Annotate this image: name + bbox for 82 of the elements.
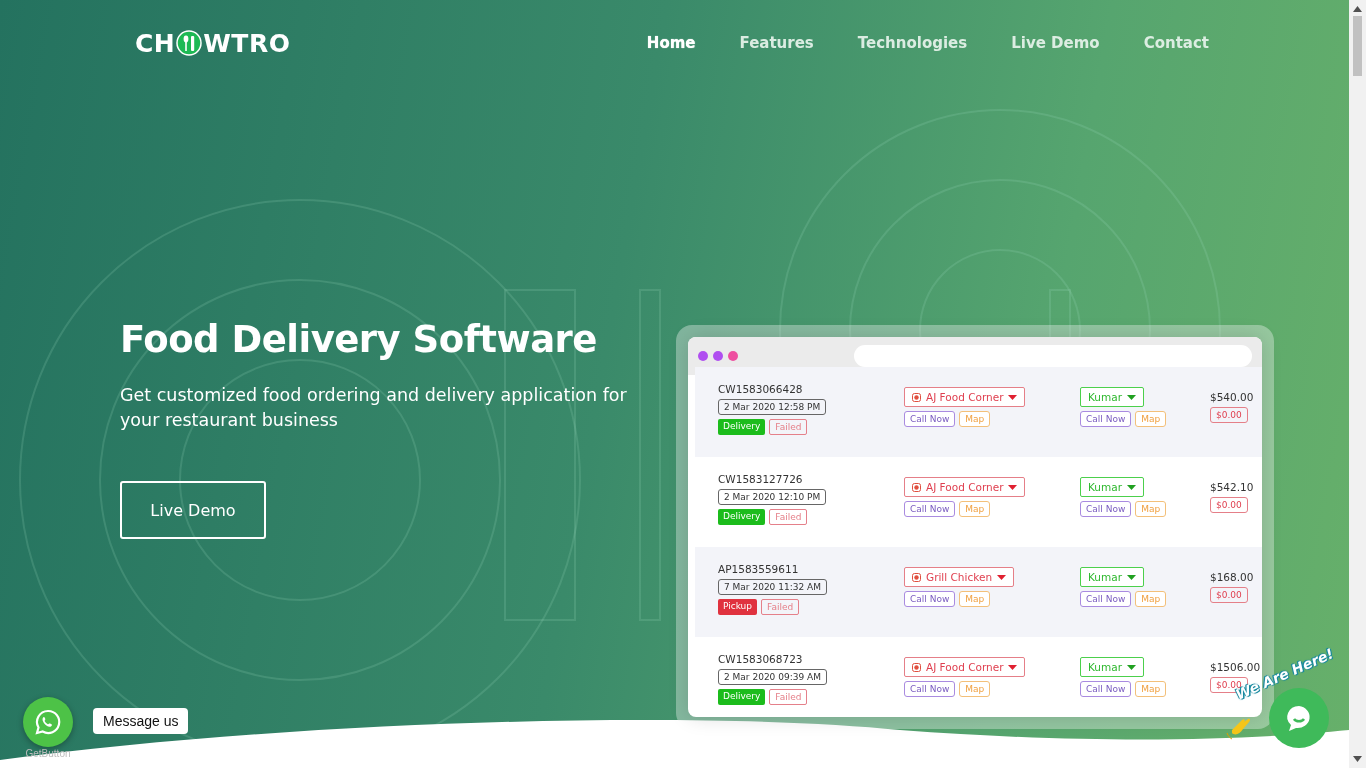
cutlery-logo-icon bbox=[176, 30, 203, 56]
map-button[interactable]: Map bbox=[959, 591, 991, 607]
caret-icon bbox=[1127, 574, 1136, 580]
waving-hand-icon bbox=[1226, 716, 1252, 740]
driver-dropdown[interactable]: Kumar bbox=[1080, 657, 1144, 677]
live-demo-button[interactable]: Live Demo bbox=[120, 481, 266, 539]
call-now-button[interactable]: Call Now bbox=[1080, 681, 1132, 697]
status-tag: Failed bbox=[761, 599, 800, 615]
order-type-tag: Delivery bbox=[718, 689, 766, 705]
chat-button[interactable] bbox=[1269, 688, 1329, 748]
order-total: $168.00 bbox=[1210, 571, 1254, 583]
status-tag: Failed bbox=[769, 419, 808, 435]
window-dot-icon[interactable] bbox=[698, 351, 708, 361]
widget-caption: GetButton bbox=[25, 748, 71, 759]
restaurant-dropdown[interactable]: Grill Chicken bbox=[904, 567, 1015, 587]
order-date: 7 Mar 2020 11:32 AM bbox=[718, 579, 827, 595]
order-id: CW1583127726 bbox=[718, 473, 803, 485]
caret-icon bbox=[1127, 484, 1136, 490]
call-now-button[interactable]: Call Now bbox=[904, 411, 956, 427]
order-total: $1506.00 bbox=[1210, 661, 1261, 673]
call-now-button[interactable]: Call Now bbox=[904, 591, 956, 607]
status-tag: Failed bbox=[769, 509, 808, 525]
nav-link[interactable]: Contact bbox=[1143, 34, 1209, 52]
call-now-button[interactable]: Call Now bbox=[1080, 591, 1132, 607]
map-button[interactable]: Map bbox=[959, 411, 991, 427]
driver-dropdown[interactable]: Kumar bbox=[1080, 477, 1144, 497]
call-now-button[interactable]: Call Now bbox=[1080, 411, 1132, 427]
order-total: $540.00 bbox=[1210, 391, 1254, 403]
order-date: 2 Mar 2020 09:39 AM bbox=[718, 669, 827, 685]
restaurant-dropdown[interactable]: AJ Food Corner bbox=[904, 477, 1026, 497]
record-icon bbox=[912, 482, 921, 492]
logo-text: CH bbox=[135, 28, 176, 58]
scroll-down-icon[interactable] bbox=[1353, 756, 1362, 762]
caret-icon bbox=[1008, 664, 1018, 670]
order-type-tag: Delivery bbox=[718, 509, 766, 525]
order-date: 2 Mar 2020 12:58 PM bbox=[718, 399, 827, 415]
chat-phone-icon bbox=[34, 708, 62, 736]
nav-link[interactable]: Features bbox=[739, 34, 814, 52]
hero-subtitle: Get customized food ordering and delivery application for your restaurant business bbox=[120, 384, 628, 432]
order-type-tag: Delivery bbox=[718, 419, 766, 435]
order-id: CW1583068723 bbox=[718, 653, 803, 665]
nav-link[interactable]: Live Demo bbox=[1011, 34, 1100, 52]
map-button[interactable]: Map bbox=[1135, 411, 1167, 427]
order-date: 2 Mar 2020 12:10 PM bbox=[718, 489, 827, 505]
logo-text: WTRO bbox=[203, 28, 291, 58]
message-tooltip: Message us bbox=[93, 708, 189, 734]
call-now-button[interactable]: Call Now bbox=[904, 501, 956, 517]
map-button[interactable]: Map bbox=[1135, 591, 1167, 607]
record-icon bbox=[912, 392, 921, 402]
nav-link[interactable]: Technologies bbox=[857, 34, 968, 52]
order-total: $542.10 bbox=[1210, 481, 1254, 493]
status-tag: Failed bbox=[769, 689, 808, 705]
caret-icon bbox=[1008, 394, 1018, 400]
call-now-button[interactable]: Call Now bbox=[904, 681, 956, 697]
driver-dropdown[interactable]: Kumar bbox=[1080, 387, 1144, 407]
restaurant-dropdown[interactable]: AJ Food Corner bbox=[904, 387, 1026, 407]
map-button[interactable]: Map bbox=[959, 501, 991, 517]
caret-icon bbox=[1008, 484, 1018, 490]
caret-icon bbox=[1127, 664, 1136, 670]
record-icon bbox=[912, 572, 921, 582]
caret-icon bbox=[997, 574, 1007, 580]
amount-due: $0.00 bbox=[1210, 407, 1248, 423]
call-now-button[interactable]: Call Now bbox=[1080, 501, 1132, 517]
map-button[interactable]: Map bbox=[1135, 681, 1167, 697]
driver-dropdown[interactable]: Kumar bbox=[1080, 567, 1144, 587]
order-id: CW1583066428 bbox=[718, 383, 803, 395]
window-dot-icon[interactable] bbox=[713, 351, 723, 361]
hero-title: Food Delivery Software bbox=[120, 318, 598, 361]
order-type-tag: Pickup bbox=[718, 599, 758, 615]
window-dot-icon[interactable] bbox=[728, 351, 738, 361]
map-button[interactable]: Map bbox=[1135, 501, 1167, 517]
amount-due: $0.00 bbox=[1210, 587, 1248, 603]
scrollbar-thumb[interactable] bbox=[1353, 16, 1362, 76]
record-icon bbox=[912, 662, 921, 672]
map-button[interactable]: Map bbox=[959, 681, 991, 697]
restaurant-dropdown[interactable]: AJ Food Corner bbox=[904, 657, 1026, 677]
nav-link[interactable]: Home bbox=[646, 34, 696, 52]
order-id: AP1583559611 bbox=[718, 563, 799, 575]
amount-due: $0.00 bbox=[1210, 497, 1248, 513]
caret-icon bbox=[1127, 394, 1136, 400]
scroll-up-icon[interactable] bbox=[1353, 6, 1362, 12]
whatsapp-button[interactable] bbox=[23, 697, 73, 747]
